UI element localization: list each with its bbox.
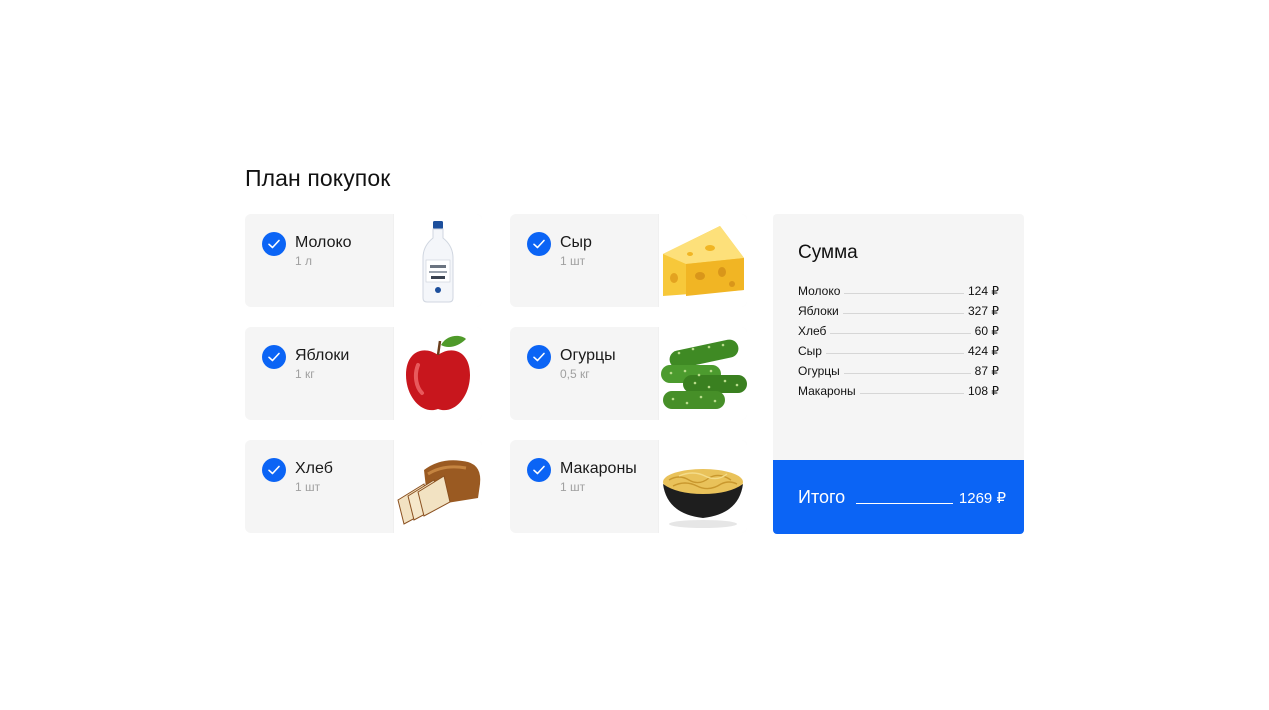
summary-line-price: 87 ₽ bbox=[974, 364, 999, 378]
total-leader-line bbox=[856, 503, 953, 504]
total-label: Итого bbox=[798, 487, 846, 507]
summary-line-name: Яблоки bbox=[798, 304, 839, 318]
summary-line-price: 108 ₽ bbox=[968, 384, 999, 398]
summary-line: Огурцы 87 ₽ bbox=[798, 358, 999, 378]
leader-line bbox=[830, 333, 971, 334]
item-name: Сыр bbox=[560, 234, 592, 251]
item-card-cucumbers[interactable]: Огурцы 0,5 кг bbox=[510, 327, 747, 420]
checkbox-checked[interactable] bbox=[262, 232, 286, 256]
summary-line-name: Хлеб bbox=[798, 324, 827, 338]
checkmark-icon bbox=[268, 465, 280, 475]
item-name: Макароны bbox=[560, 460, 637, 477]
checkbox-checked[interactable] bbox=[262, 345, 286, 369]
checkbox-checked[interactable] bbox=[527, 458, 551, 482]
summary-line: Хлеб 60 ₽ bbox=[798, 318, 999, 338]
leader-line bbox=[844, 293, 964, 294]
item-name: Хлеб bbox=[295, 460, 333, 477]
checkmark-icon bbox=[533, 465, 545, 475]
summary-line-price: 327 ₽ bbox=[968, 304, 999, 318]
summary-line-name: Молоко bbox=[798, 284, 841, 298]
summary-line: Макароны 108 ₽ bbox=[798, 378, 999, 398]
checkmark-icon bbox=[268, 239, 280, 249]
leader-line bbox=[843, 373, 971, 374]
item-card-milk[interactable]: Молоко 1 л bbox=[245, 214, 482, 307]
summary-lines: Молоко 124 ₽ Яблоки 327 ₽ Хлеб 60 ₽ Сыр … bbox=[798, 278, 999, 398]
item-quantity: 0,5 кг bbox=[560, 367, 590, 381]
summary-line-price: 124 ₽ bbox=[968, 284, 999, 298]
checkbox-checked[interactable] bbox=[527, 345, 551, 369]
item-quantity: 1 шт bbox=[560, 480, 586, 494]
summary-title: Сумма bbox=[798, 242, 858, 263]
summary-line-name: Огурцы bbox=[798, 364, 840, 378]
summary-line-name: Сыр bbox=[798, 344, 822, 358]
item-card-pasta[interactable]: Макароны 1 шт bbox=[510, 440, 747, 533]
item-name: Яблоки bbox=[295, 347, 350, 364]
checkmark-icon bbox=[533, 352, 545, 362]
bread-image bbox=[393, 440, 482, 533]
item-quantity: 1 шт bbox=[560, 254, 586, 268]
summary-line: Яблоки 327 ₽ bbox=[798, 298, 999, 318]
leader-line bbox=[859, 393, 964, 394]
pasta-bowl-image bbox=[658, 440, 747, 533]
summary-line: Молоко 124 ₽ bbox=[798, 278, 999, 298]
summary-line: Сыр 424 ₽ bbox=[798, 338, 999, 358]
page-title: План покупок bbox=[245, 165, 391, 191]
item-name: Огурцы bbox=[560, 347, 616, 364]
item-card-bread[interactable]: Хлеб 1 шт bbox=[245, 440, 482, 533]
summary-line-price: 424 ₽ bbox=[968, 344, 999, 358]
checkmark-icon bbox=[533, 239, 545, 249]
summary-line-name: Макароны bbox=[798, 384, 856, 398]
item-quantity: 1 шт bbox=[295, 480, 321, 494]
summary-panel: Сумма Молоко 124 ₽ Яблоки 327 ₽ Хлеб 60 … bbox=[773, 214, 1024, 534]
cucumbers-image bbox=[658, 327, 747, 420]
leader-line bbox=[825, 353, 964, 354]
item-quantity: 1 л bbox=[295, 254, 313, 268]
checkbox-checked[interactable] bbox=[527, 232, 551, 256]
item-card-apples[interactable]: Яблоки 1 кг bbox=[245, 327, 482, 420]
item-card-cheese[interactable]: Сыр 1 шт bbox=[510, 214, 747, 307]
leader-line bbox=[842, 313, 964, 314]
milk-bottle-image bbox=[393, 214, 482, 307]
summary-line-price: 60 ₽ bbox=[974, 324, 999, 338]
total-value: 1269 ₽ bbox=[958, 490, 1006, 507]
item-name: Молоко bbox=[295, 234, 352, 251]
checkmark-icon bbox=[268, 352, 280, 362]
cheese-image bbox=[658, 214, 747, 307]
checkbox-checked[interactable] bbox=[262, 458, 286, 482]
total-bar: Итого 1269 ₽ bbox=[773, 460, 1024, 534]
item-quantity: 1 кг bbox=[295, 367, 315, 381]
apple-image bbox=[393, 327, 482, 420]
